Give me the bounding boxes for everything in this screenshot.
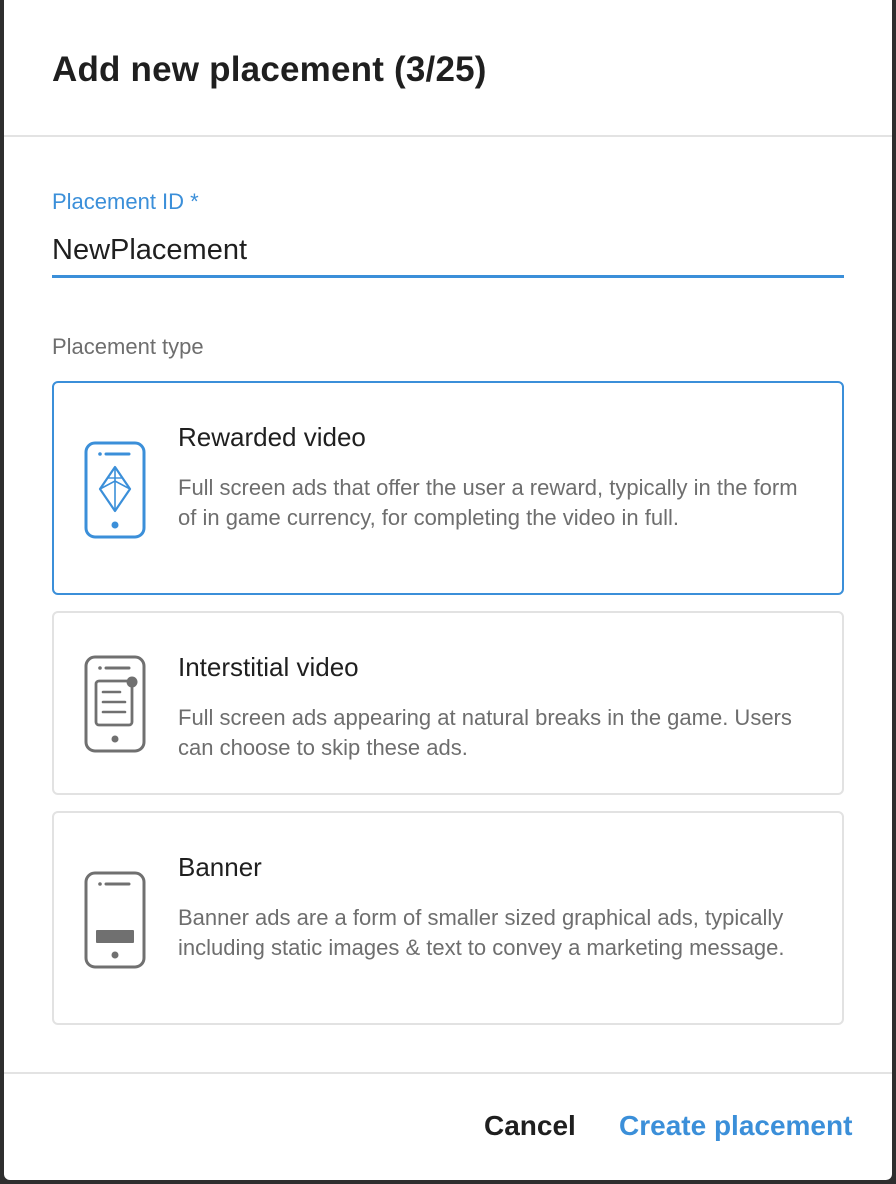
option-description: Banner ads are a form of smaller sized g… [178, 905, 785, 960]
option-title: Banner [178, 852, 262, 882]
option-title: Interstitial video [178, 652, 359, 682]
add-placement-dialog: Add new placement (3/25) Placement ID * … [4, 0, 892, 1180]
phone-document-icon [84, 655, 146, 753]
placement-id-label: Placement ID * [52, 189, 199, 214]
option-title: Rewarded video [178, 422, 366, 452]
cancel-button[interactable]: Cancel [484, 1110, 576, 1142]
placement-type-label: Placement type [52, 334, 204, 359]
dialog-title: Add new placement (3/25) [52, 50, 487, 89]
option-rewarded-video[interactable]: Rewarded video Full screen ads that offe… [52, 381, 844, 595]
option-description: Full screen ads that offer the user a re… [178, 475, 798, 530]
option-interstitial-video[interactable]: Interstitial video Full screen ads appea… [52, 611, 844, 795]
phone-diamond-icon [84, 441, 146, 539]
placement-id-input[interactable] [52, 226, 844, 278]
create-placement-button[interactable]: Create placement [619, 1110, 852, 1142]
option-description: Full screen ads appearing at natural bre… [178, 705, 792, 760]
phone-banner-icon [84, 871, 146, 969]
dialog-footer: Cancel Create placement [4, 1072, 892, 1180]
dialog-header: Add new placement (3/25) [4, 0, 892, 137]
option-banner[interactable]: Banner Banner ads are a form of smaller … [52, 811, 844, 1025]
